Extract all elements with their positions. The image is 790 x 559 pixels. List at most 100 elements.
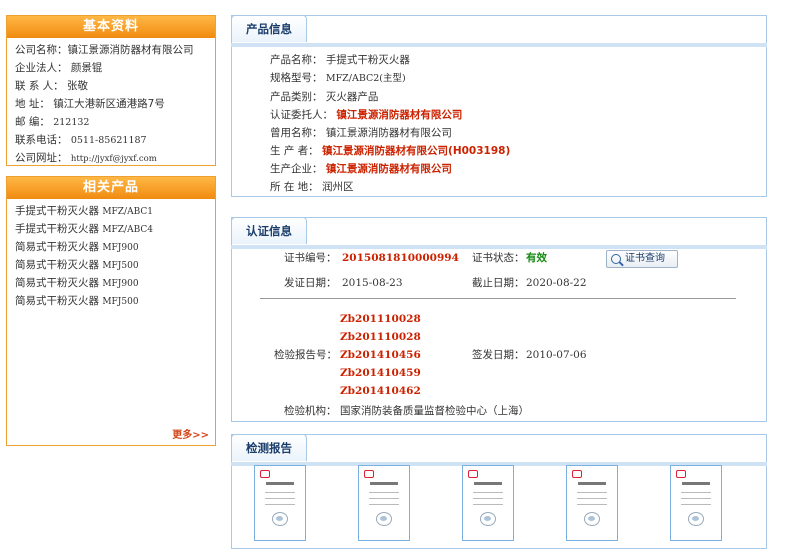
website-link[interactable]: http://jyxf@jyxf.com xyxy=(71,154,157,164)
related-product-item[interactable]: 简易式干粉灭火器 MFJ900 xyxy=(7,238,215,256)
stamp-icon xyxy=(688,512,704,526)
report-no-4: Zb201410459 xyxy=(340,367,421,379)
cert-logo-icon xyxy=(572,470,582,478)
producer-value: 镇江景源消防器材有限公司(H003198) xyxy=(322,145,511,157)
cert-no-label: 证书编号： xyxy=(284,252,337,264)
former-name-row: 曾用名称： 镇江景源消防器材有限公司 xyxy=(270,124,510,142)
product-name: 简易式干粉灭火器 xyxy=(15,277,99,289)
product-model: MFJ500 xyxy=(102,297,139,307)
legal-value: 颜景锟 xyxy=(70,62,103,74)
product-name: 手提式干粉灭火器 xyxy=(15,205,99,217)
product-name: 简易式干粉灭火器 xyxy=(15,295,99,307)
cert-logo-icon xyxy=(364,470,374,478)
more-link[interactable]: 更多>> xyxy=(172,426,209,441)
product-name-label: 产品名称： xyxy=(270,54,323,66)
basic-row-address: 地 址： 镇江大港新区通港路7号 xyxy=(7,95,215,113)
cert-info-tabbar: 认证信息 xyxy=(231,217,767,249)
location-value: 润州区 xyxy=(322,181,354,193)
cert-status-label: 证书状态： xyxy=(472,252,525,264)
related-product-item[interactable]: 简易式干粉灭火器 MFJ900 xyxy=(7,274,215,292)
company-label: 公司名称： xyxy=(15,44,68,56)
product-category-row: 产品类别： 灭火器产品 xyxy=(270,88,510,106)
contact-value: 张敬 xyxy=(67,80,89,92)
location-row: 所 在 地： 润州区 xyxy=(270,178,510,196)
stamp-icon xyxy=(376,512,392,526)
product-name: 手提式干粉灭火器 xyxy=(15,223,99,235)
report-no-2: Zb201110028 xyxy=(340,331,421,343)
address-label: 地 址： xyxy=(15,98,50,110)
product-name: 简易式干粉灭火器 xyxy=(15,241,99,253)
product-name: 简易式干粉灭火器 xyxy=(15,259,99,271)
test-report-panel: 检测报告 xyxy=(231,434,767,549)
related-products-title: 相关产品 xyxy=(7,177,215,199)
phone-label: 联系电话： xyxy=(15,134,68,146)
cert-status-value: 有效 xyxy=(526,252,547,264)
company-value: 镇江景源消防器材有限公司 xyxy=(67,44,194,56)
basic-row-zip: 邮 编： 212132 xyxy=(7,113,215,131)
former-name-value: 镇江景源消防器材有限公司 xyxy=(325,127,452,139)
related-product-item[interactable]: 简易式干粉灭火器 MFJ500 xyxy=(7,256,215,274)
report-thumbnail[interactable] xyxy=(462,465,514,541)
manufacturer-row: 生产企业： 镇江景源消防器材有限公司 xyxy=(270,160,510,178)
related-product-item[interactable]: 手提式干粉灭火器 MFZ/ABC4 xyxy=(7,220,215,238)
cert-divider xyxy=(260,298,736,299)
report-no-label: 检验报告号： xyxy=(274,349,337,361)
related-product-item[interactable]: 简易式干粉灭火器 MFJ500 xyxy=(7,292,215,310)
cert-client-row: 认证委托人： 镇江景源消防器材有限公司 xyxy=(270,106,510,124)
sign-date-label: 签发日期： xyxy=(472,349,525,361)
product-name-value: 手提式干粉灭火器 xyxy=(325,54,410,66)
report-no-1: Zb201110028 xyxy=(340,313,421,325)
cert-logo-icon xyxy=(676,470,686,478)
cert-query-button[interactable]: 证书查询 xyxy=(606,250,678,268)
product-model: MFJ900 xyxy=(102,279,139,289)
related-products-box: 相关产品 手提式干粉灭火器 MFZ/ABC1 手提式干粉灭火器 MFZ/ABC4… xyxy=(6,176,216,446)
producer-row: 生 产 者： 镇江景源消防器材有限公司(H003198) xyxy=(270,142,510,160)
basic-row-company: 公司名称：镇江景源消防器材有限公司 xyxy=(7,41,215,59)
product-category-value: 灭火器产品 xyxy=(325,91,379,103)
issue-date-label: 发证日期： xyxy=(284,277,337,289)
product-model-label: 规格型号： xyxy=(270,72,323,84)
tab-test-report: 检测报告 xyxy=(231,434,307,461)
product-name-row: 产品名称： 手提式干粉灭火器 xyxy=(270,51,510,69)
manufacturer-label: 生产企业： xyxy=(270,163,323,175)
product-info-panel: 产品信息 产品名称： 手提式干粉灭火器 规格型号： MFZ/ABC2(主型) 产… xyxy=(231,15,767,197)
cert-no-value: 2015081810000994 xyxy=(342,252,459,264)
tab-product-info: 产品信息 xyxy=(231,15,307,42)
address-value: 镇江大港新区通港路7号 xyxy=(53,98,165,110)
cert-logo-icon xyxy=(468,470,478,478)
product-model-row: 规格型号： MFZ/ABC2(主型) xyxy=(270,69,510,88)
former-name-label: 曾用名称： xyxy=(270,127,323,139)
product-model: MFJ500 xyxy=(102,261,139,271)
basic-row-legal: 企业法人： 颜景锟 xyxy=(7,59,215,77)
report-thumbnail[interactable] xyxy=(254,465,306,541)
cert-client-value: 镇江景源消防器材有限公司 xyxy=(336,109,463,121)
location-label: 所 在 地： xyxy=(270,181,319,193)
related-product-item[interactable]: 手提式干粉灭火器 MFZ/ABC1 xyxy=(7,202,215,220)
test-report-tabbar: 检测报告 xyxy=(231,434,767,466)
stamp-icon xyxy=(272,512,288,526)
basic-row-contact: 联 系 人： 张敬 xyxy=(7,77,215,95)
product-model: MFZ/ABC1 xyxy=(102,207,153,217)
cert-query-label: 证书查询 xyxy=(625,253,665,264)
zip-value: 212132 xyxy=(53,117,90,128)
basic-info-title: 基本资料 xyxy=(7,16,215,38)
phone-value: 0511-85621187 xyxy=(70,135,147,146)
search-icon xyxy=(611,254,621,264)
sign-date-value: 2010-07-06 xyxy=(526,349,587,361)
inspect-org-value: 国家消防装备质量监督检验中心（上海） xyxy=(340,405,529,417)
inspect-org-label: 检验机构： xyxy=(284,405,337,417)
report-thumbnail[interactable] xyxy=(566,465,618,541)
expire-date-value: 2020-08-22 xyxy=(526,277,587,289)
stamp-icon xyxy=(480,512,496,526)
basic-row-website: 公司网址： http://jyxf@jyxf.com xyxy=(7,149,215,167)
report-thumbnail[interactable] xyxy=(670,465,722,541)
legal-label: 企业法人： xyxy=(15,62,68,74)
zip-label: 邮 编： xyxy=(15,116,50,128)
issue-date-value: 2015-08-23 xyxy=(342,277,403,289)
cert-client-label: 认证委托人： xyxy=(270,109,333,121)
report-thumbnail[interactable] xyxy=(358,465,410,541)
basic-info-box: 基本资料 公司名称：镇江景源消防器材有限公司 企业法人： 颜景锟 联 系 人： … xyxy=(6,15,216,166)
product-info-tabbar: 产品信息 xyxy=(231,15,767,47)
report-no-5: Zb201410462 xyxy=(340,385,421,397)
cert-logo-icon xyxy=(260,470,270,478)
